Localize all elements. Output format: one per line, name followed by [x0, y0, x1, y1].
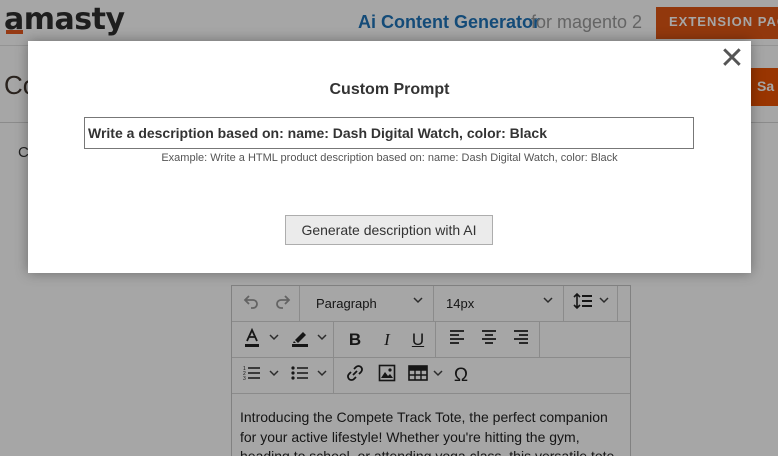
custom-prompt-modal: ✕ Custom Prompt Example: Write a HTML pr…	[28, 41, 751, 273]
close-icon[interactable]: ✕	[718, 44, 746, 74]
custom-prompt-input[interactable]	[84, 117, 694, 149]
prompt-example-hint: Example: Write a HTML product descriptio…	[161, 152, 618, 164]
generate-description-button[interactable]: Generate description with AI	[285, 215, 493, 245]
modal-title: Custom Prompt	[329, 81, 450, 98]
